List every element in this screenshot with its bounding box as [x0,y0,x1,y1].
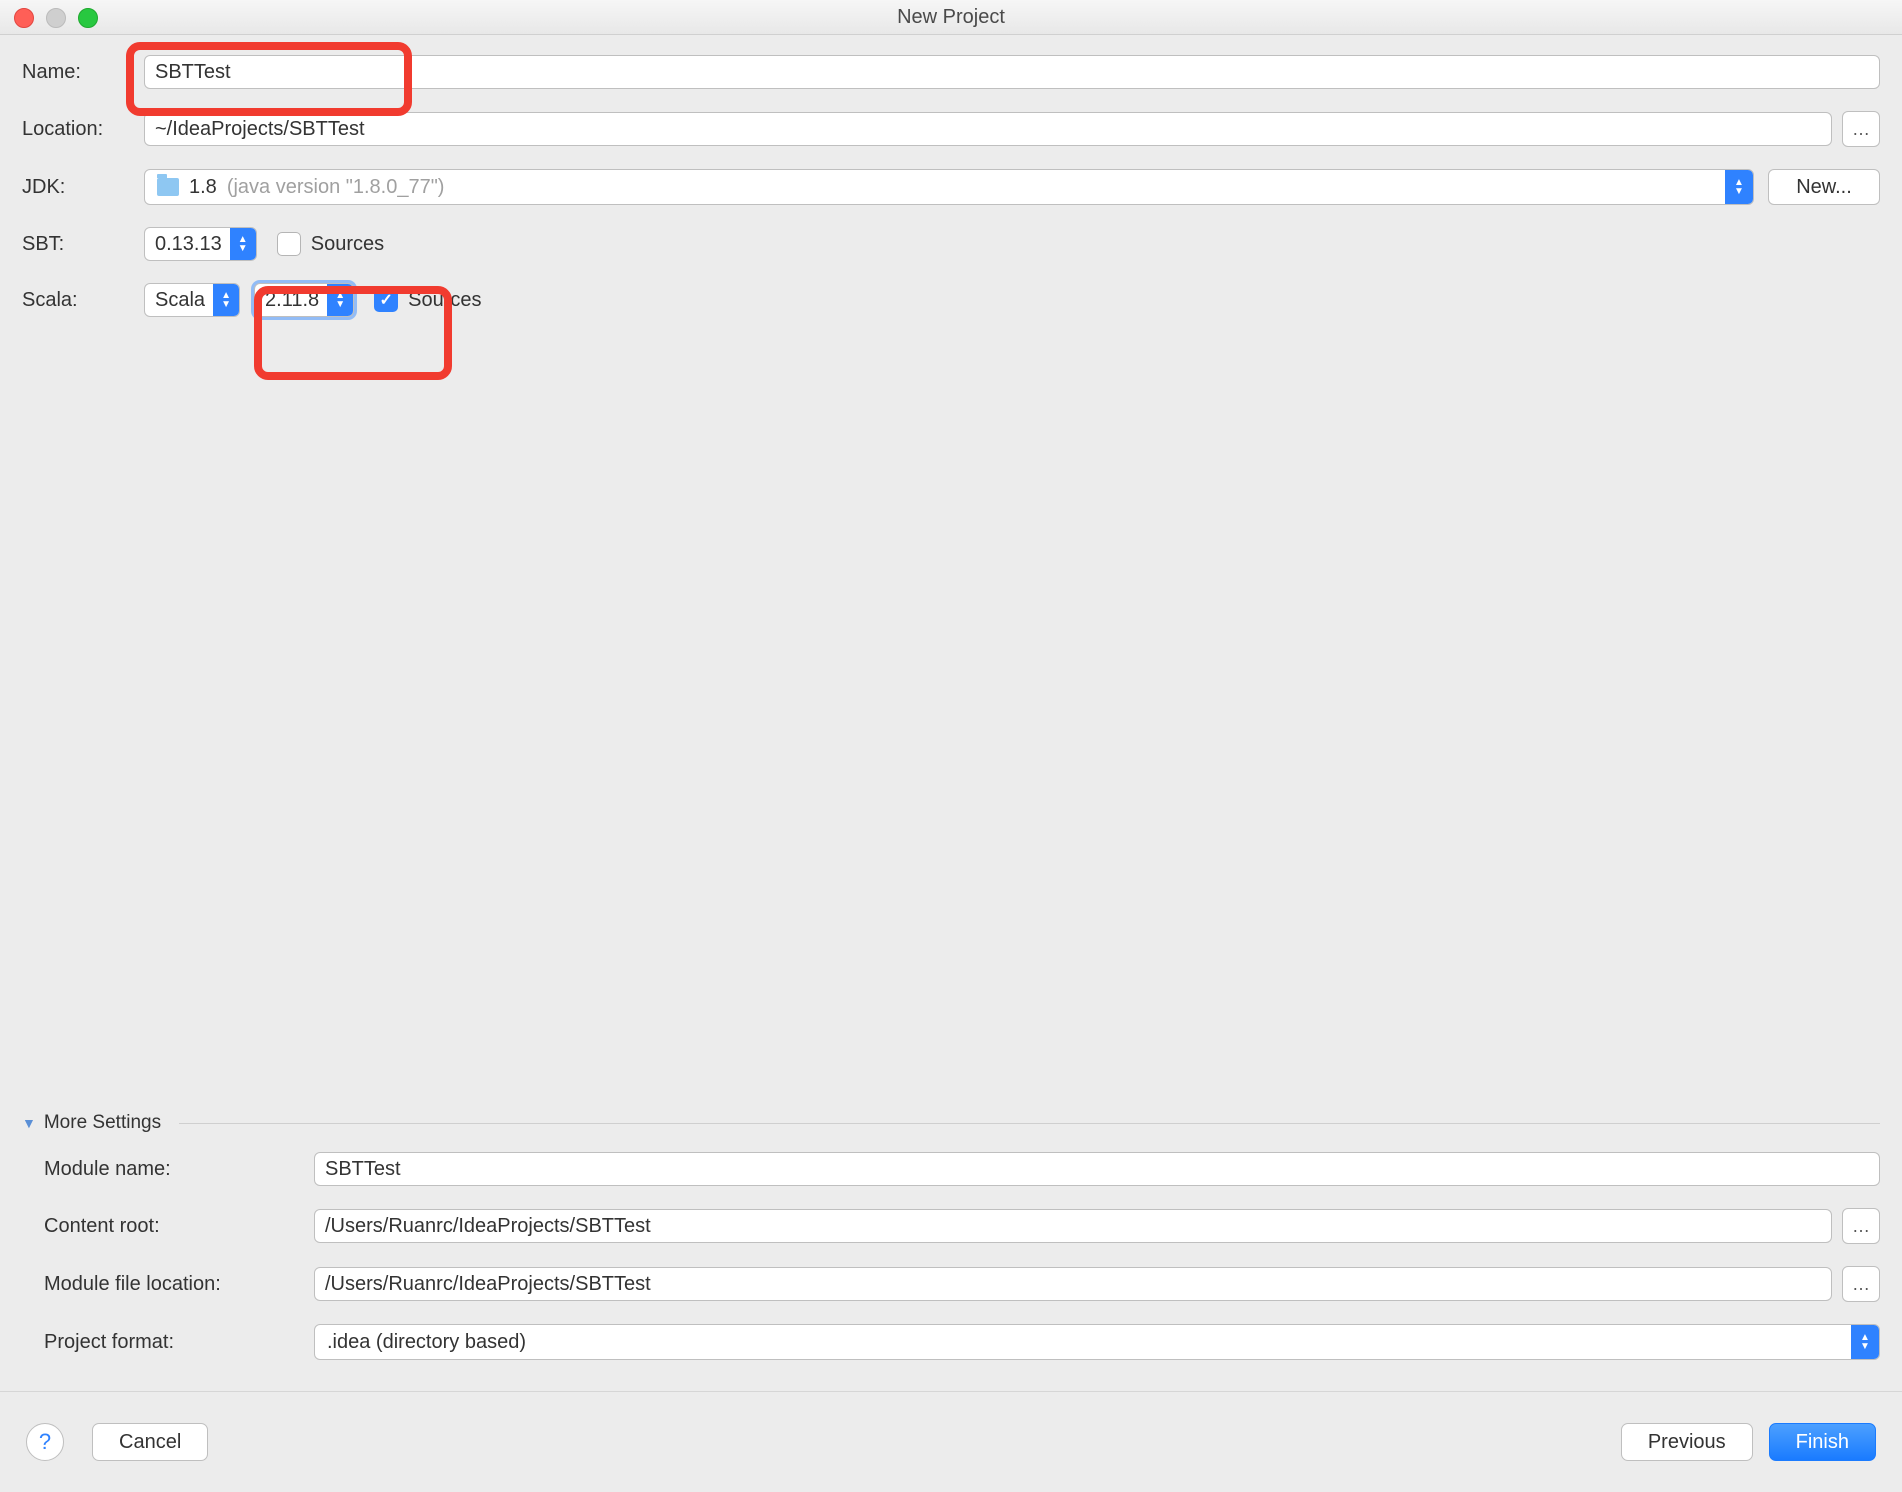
scala-version-value: 2.11.8 [255,289,327,312]
scala-platform-value: Scala [145,289,213,312]
project-format-value: .idea (directory based) [315,1331,1851,1354]
sbt-label: SBT: [22,233,144,256]
cancel-button[interactable]: Cancel [92,1423,208,1461]
sbt-sources-label: Sources [311,233,384,256]
previous-button[interactable]: Previous [1621,1423,1753,1461]
sbt-version-select[interactable]: 0.13.13 ▲▼ [144,227,257,261]
dialog-footer: ? Cancel Previous Finish [0,1391,1902,1492]
help-button[interactable]: ? [26,1423,64,1461]
project-format-select[interactable]: .idea (directory based) ▲▼ [314,1324,1880,1360]
sbt-version-value: 0.13.13 [145,233,230,256]
location-row: Location: ~/IdeaProjects/SBTTest … [22,111,1880,147]
scala-platform-select[interactable]: Scala ▲▼ [144,283,240,317]
disclosure-triangle-icon: ▼ [22,1115,36,1131]
name-row: Name: SBTTest [22,55,1880,89]
jdk-row: JDK: 1.8 (java version "1.8.0_77") ▲▼ Ne… [22,169,1880,205]
module-file-location-browse-button[interactable]: … [1842,1266,1880,1302]
scala-sources-label: Sources [408,289,481,312]
module-name-row: Module name: SBTTest [22,1152,1880,1186]
sbt-sources-checkbox[interactable] [277,232,301,256]
traffic-lights [14,8,98,28]
chevron-updown-icon: ▲▼ [230,228,256,260]
content-root-input[interactable]: /Users/Ruanrc/IdeaProjects/SBTTest [314,1209,1832,1243]
window-title: New Project [897,6,1005,28]
content-root-browse-button[interactable]: … [1842,1208,1880,1244]
scala-version-select[interactable]: 2.11.8 ▲▼ [254,283,354,317]
location-input[interactable]: ~/IdeaProjects/SBTTest [144,112,1832,146]
minimize-window-icon [46,8,66,28]
new-project-dialog: New Project Name: SBTTest Location: ~/Id… [0,0,1902,1492]
project-format-label: Project format: [44,1331,314,1354]
more-settings-section: ▼ More Settings Module name: SBTTest Con… [0,1112,1902,1382]
more-settings-toggle[interactable]: ▼ More Settings [22,1112,1880,1134]
scala-label: Scala: [22,289,144,312]
name-input[interactable]: SBTTest [144,55,1880,89]
form-area: Name: SBTTest Location: ~/IdeaProjects/S… [0,35,1902,317]
project-format-row: Project format: .idea (directory based) … [22,1324,1880,1360]
module-name-label: Module name: [44,1158,314,1181]
scala-sources-checkbox[interactable] [374,288,398,312]
module-name-input[interactable]: SBTTest [314,1152,1880,1186]
module-file-location-input[interactable]: /Users/Ruanrc/IdeaProjects/SBTTest [314,1267,1832,1301]
module-file-location-row: Module file location: /Users/Ruanrc/Idea… [22,1266,1880,1302]
jdk-select[interactable]: 1.8 (java version "1.8.0_77") ▲▼ [144,169,1754,205]
chevron-updown-icon: ▲▼ [1725,170,1753,204]
jdk-folder-icon [157,178,179,196]
chevron-updown-icon: ▲▼ [327,284,353,316]
chevron-updown-icon: ▲▼ [1851,1325,1879,1359]
location-label: Location: [22,118,144,141]
name-label: Name: [22,61,144,84]
content-root-label: Content root: [44,1215,314,1238]
content-root-row: Content root: /Users/Ruanrc/IdeaProjects… [22,1208,1880,1244]
scala-row: Scala: Scala ▲▼ 2.11.8 ▲▼ Sources [22,283,1880,317]
zoom-window-icon[interactable] [78,8,98,28]
chevron-updown-icon: ▲▼ [213,284,239,316]
divider [179,1123,1880,1124]
titlebar: New Project [0,0,1902,35]
location-browse-button[interactable]: … [1842,111,1880,147]
jdk-label: JDK: [22,176,144,199]
finish-button[interactable]: Finish [1769,1423,1876,1461]
sbt-row: SBT: 0.13.13 ▲▼ Sources [22,227,1880,261]
jdk-new-button[interactable]: New... [1768,169,1880,205]
module-file-location-label: Module file location: [44,1273,314,1296]
jdk-detail: (java version "1.8.0_77") [227,176,445,199]
jdk-version: 1.8 [189,176,217,199]
more-settings-label: More Settings [44,1112,161,1134]
close-window-icon[interactable] [14,8,34,28]
